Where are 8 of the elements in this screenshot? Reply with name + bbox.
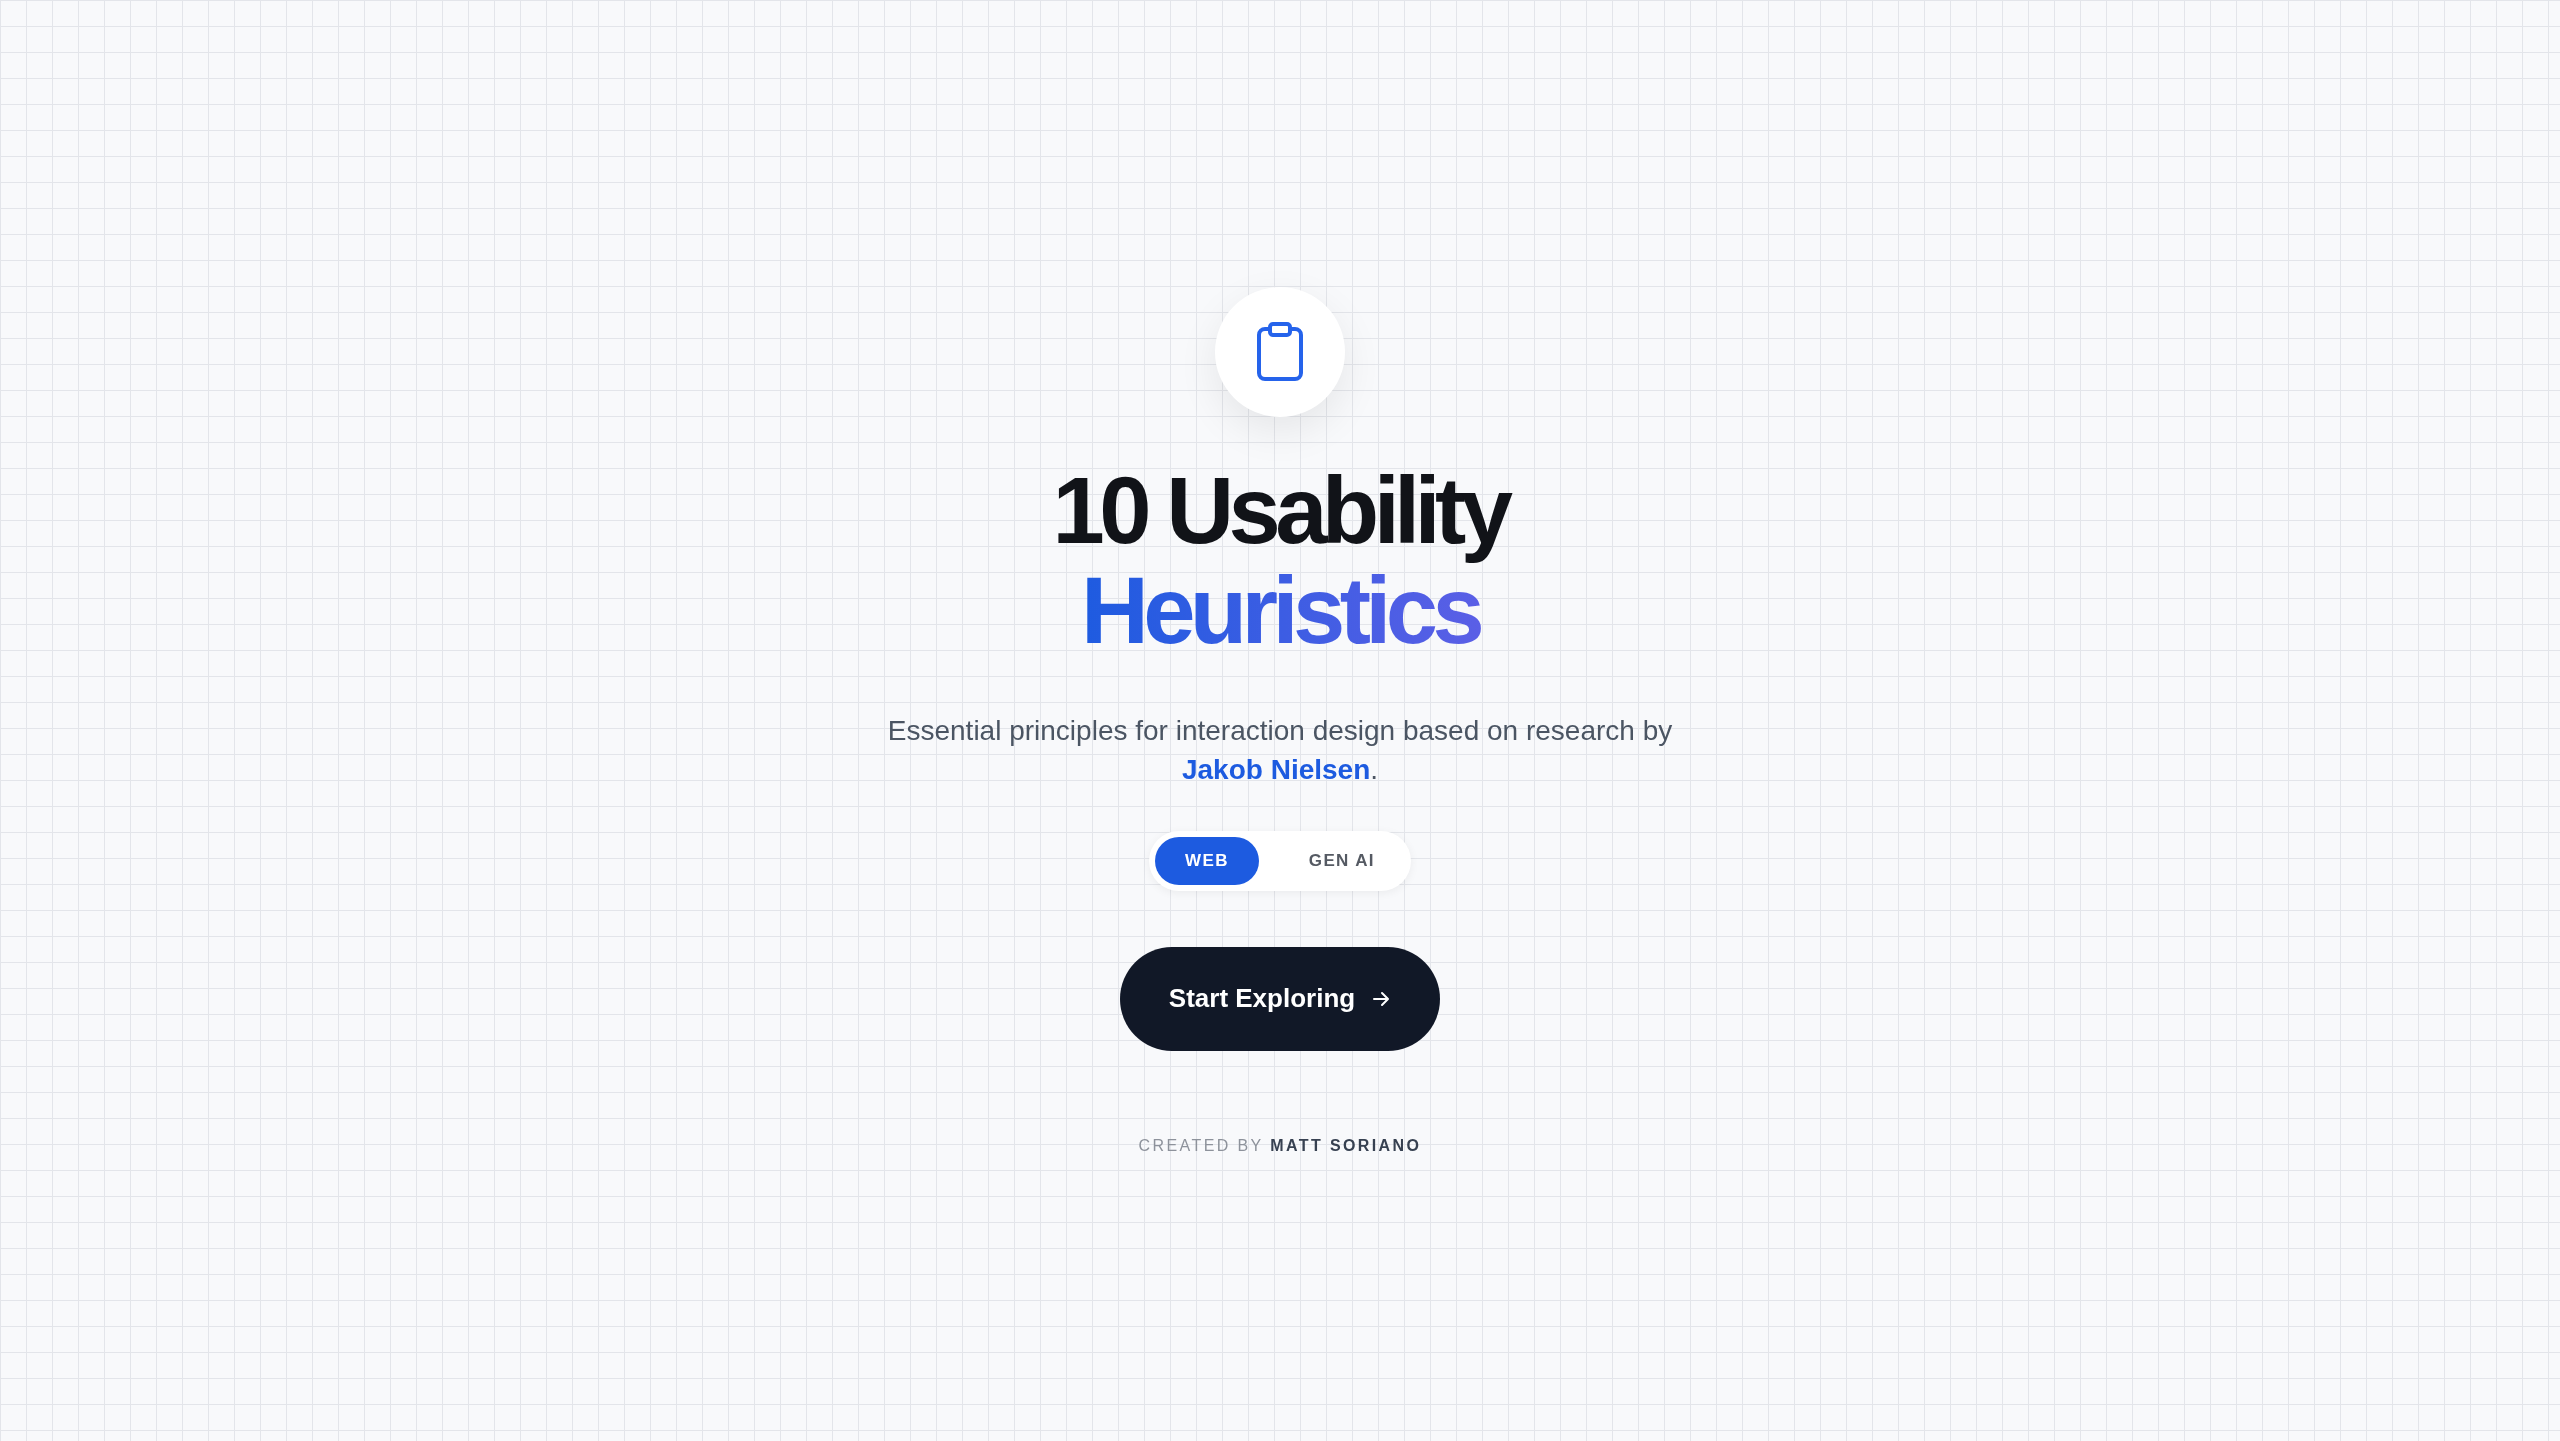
credit-text: CREATED BY MATT SORIANO bbox=[1138, 1136, 1422, 1155]
mode-tab[interactable]: GEN AI bbox=[1278, 836, 1405, 885]
clipboard-icon bbox=[1256, 321, 1304, 382]
author-link[interactable]: Jakob Nielsen bbox=[1181, 753, 1371, 785]
start-exploring-button[interactable]: Start Exploring bbox=[1120, 946, 1440, 1051]
mode-tab[interactable]: WEB bbox=[1155, 836, 1259, 885]
title-heading: 10 Usability bbox=[1052, 460, 1508, 561]
subtitle-text: Essential principles for interaction design based on research by Jakob Nielsen. bbox=[887, 713, 1673, 787]
